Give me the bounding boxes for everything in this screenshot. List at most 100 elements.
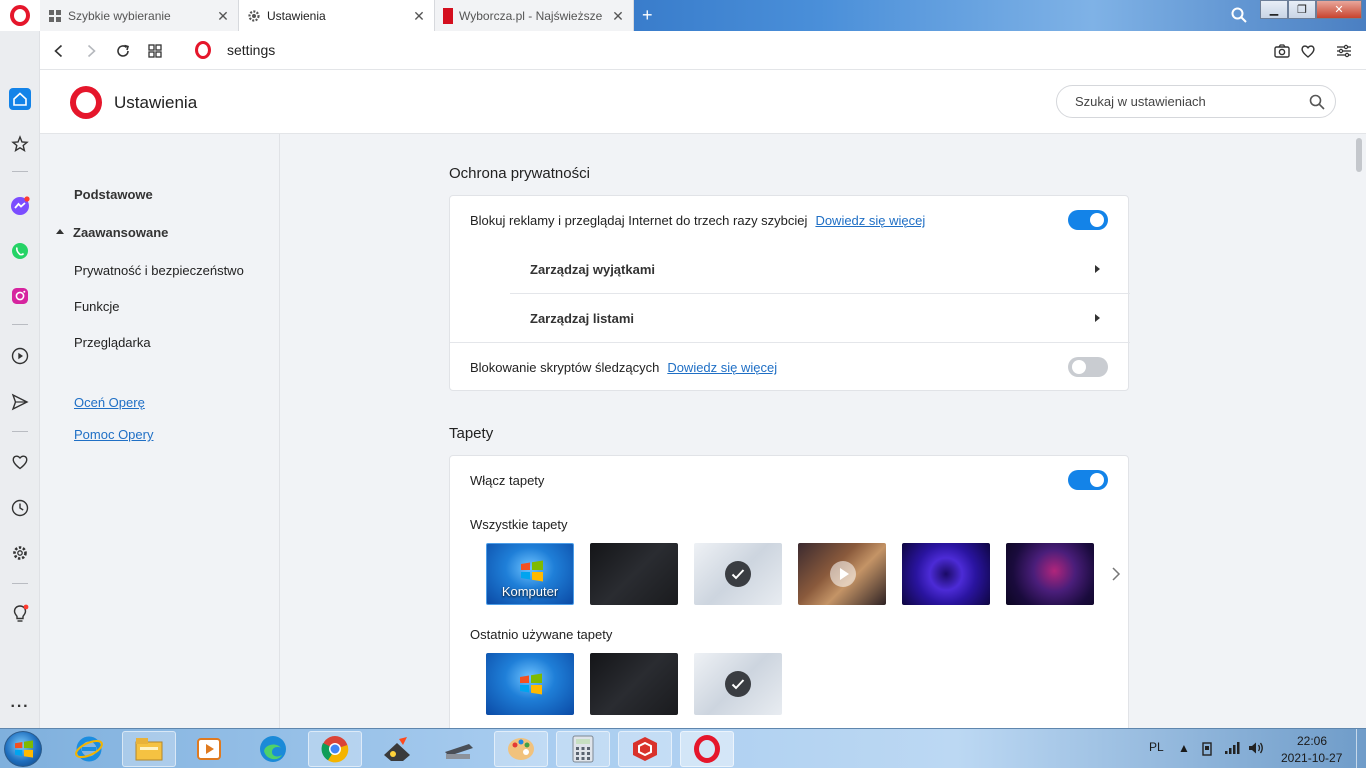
collapse-caret-icon[interactable] xyxy=(56,229,64,234)
dark-waves-wallpaper[interactable] xyxy=(590,653,678,715)
settings-header: Ustawienia xyxy=(40,70,1366,134)
messenger-icon[interactable] xyxy=(9,195,31,217)
lightbulb-icon[interactable] xyxy=(9,603,31,625)
nav-advanced[interactable]: Zaawansowane xyxy=(73,225,168,240)
tray-expand-icon[interactable]: ▲ xyxy=(1178,741,1190,755)
clock-date[interactable]: 2021-10-27 xyxy=(1281,751,1342,765)
opera-url-icon xyxy=(195,41,211,59)
file-explorer-icon[interactable] xyxy=(122,731,176,767)
tracker-toggle[interactable] xyxy=(1068,357,1108,377)
tracker-learn-more-link[interactable]: Dowiedz się więcej xyxy=(667,360,777,375)
privacy-section-title: Ochrona prywatności xyxy=(449,165,590,182)
forward-button[interactable] xyxy=(80,40,102,62)
windows-logo-icon xyxy=(15,740,33,758)
bookmark-heart-icon[interactable] xyxy=(1297,40,1319,62)
close-icon[interactable]: ✕ xyxy=(216,9,230,23)
chevron-right-icon[interactable] xyxy=(1110,566,1122,582)
light-waves-wallpaper[interactable] xyxy=(694,653,782,715)
nav-basic[interactable]: Podstawowe xyxy=(74,187,153,202)
wallpapers-toggle[interactable] xyxy=(1068,470,1108,490)
rate-opera-link[interactable]: Oceń Operę xyxy=(74,395,145,410)
toggle-knob xyxy=(1090,473,1104,487)
light-waves-wallpaper[interactable] xyxy=(694,543,782,605)
minimize-button[interactable]: ▁ xyxy=(1260,0,1288,19)
settings-search[interactable] xyxy=(1056,85,1336,118)
device-tray-icon[interactable] xyxy=(1200,742,1214,756)
snapshot-icon[interactable] xyxy=(1271,40,1293,62)
checkmark-icon xyxy=(725,671,751,697)
chrome-icon[interactable] xyxy=(308,731,362,767)
back-button[interactable] xyxy=(48,40,70,62)
search-input[interactable] xyxy=(1075,94,1295,109)
neon-figure-wallpaper[interactable] xyxy=(1006,543,1094,605)
purple-vortex-wallpaper[interactable] xyxy=(902,543,990,605)
show-desktop-button[interactable] xyxy=(1356,729,1366,768)
more-icon[interactable]: ··· xyxy=(9,696,31,718)
reload-button[interactable] xyxy=(112,40,134,62)
sidebar: ··· xyxy=(0,31,40,728)
windows-logo-icon xyxy=(520,673,542,695)
adblock-toggle[interactable] xyxy=(1068,210,1108,230)
settings-nav: Podstawowe Zaawansowane Prywatność i bez… xyxy=(40,134,280,728)
opera-menu-button[interactable] xyxy=(0,0,40,31)
chevron-right-icon xyxy=(1095,265,1100,273)
close-icon[interactable]: ✕ xyxy=(412,9,426,23)
tracker-label: Blokowanie skryptów śledzących xyxy=(470,360,660,375)
opera-help-link[interactable]: Pomoc Opery xyxy=(74,427,153,442)
whatsapp-icon[interactable] xyxy=(9,240,31,262)
sketchup-icon[interactable] xyxy=(618,731,672,767)
internet-explorer-icon[interactable] xyxy=(62,731,116,767)
tab-settings[interactable]: Ustawienia ✕ xyxy=(239,0,435,31)
clock-time[interactable]: 22:06 xyxy=(1297,734,1327,748)
tab-search-icon[interactable] xyxy=(1230,6,1248,24)
player-icon[interactable] xyxy=(9,345,31,367)
windows-7-wallpaper[interactable] xyxy=(486,653,574,715)
maximize-button[interactable]: ❐ xyxy=(1288,0,1316,19)
history-icon[interactable] xyxy=(9,497,31,519)
media-player-icon[interactable] xyxy=(182,731,236,767)
star-icon[interactable] xyxy=(9,133,31,155)
network-icon[interactable] xyxy=(1224,741,1240,755)
url-field[interactable]: settings xyxy=(227,42,275,58)
game-scene-wallpaper[interactable] xyxy=(798,543,886,605)
tab-speed-dial[interactable]: Szybkie wybieranie ✕ xyxy=(40,0,239,31)
close-window-button[interactable]: ✕ xyxy=(1316,0,1362,19)
manage-exceptions-row[interactable]: Zarządzaj wyjątkami xyxy=(450,245,1128,294)
edge-icon[interactable] xyxy=(246,731,300,767)
opera-taskbar-icon[interactable] xyxy=(680,731,734,767)
search-icon xyxy=(1309,94,1325,110)
start-button[interactable] xyxy=(4,731,42,767)
nav-privacy-security[interactable]: Prywatność i bezpieczeństwo xyxy=(74,263,244,278)
opera-logo-icon xyxy=(694,735,720,763)
nav-features[interactable]: Funkcje xyxy=(74,299,120,314)
adblock-learn-more-link[interactable]: Dowiedz się więcej xyxy=(815,213,925,228)
tabs-grid-button[interactable] xyxy=(144,40,166,62)
tracker-row: Blokowanie skryptów śledzących Dowiedz s… xyxy=(450,343,1128,392)
close-icon[interactable]: ✕ xyxy=(611,9,625,23)
manage-lists-row[interactable]: Zarządzaj listami xyxy=(450,294,1128,343)
dark-waves-wallpaper[interactable] xyxy=(590,543,678,605)
paint-icon[interactable] xyxy=(494,731,548,767)
volume-icon[interactable] xyxy=(1248,741,1264,755)
tab-wyborcza[interactable]: Wyborcza.pl - Najświeższe ✕ xyxy=(435,0,634,31)
page-title: Ustawienia xyxy=(114,93,198,112)
new-tab-button[interactable]: + xyxy=(634,0,744,31)
nav-browser[interactable]: Przeglądarka xyxy=(74,335,151,350)
heart-icon[interactable] xyxy=(9,451,31,473)
toggle-knob xyxy=(1072,360,1086,374)
calculator-icon[interactable] xyxy=(556,731,610,767)
checkmark-icon xyxy=(725,561,751,587)
windows-7-wallpaper[interactable]: Komputer xyxy=(486,543,574,605)
scrollbar-thumb[interactable] xyxy=(1356,138,1362,172)
game-app-icon[interactable] xyxy=(370,731,424,767)
easy-setup-icon[interactable] xyxy=(1333,40,1355,62)
home-icon[interactable] xyxy=(9,88,31,110)
scanner-icon[interactable] xyxy=(432,731,486,767)
scrollbar[interactable] xyxy=(1352,134,1366,728)
settings-gear-icon[interactable] xyxy=(9,542,31,564)
instagram-icon[interactable] xyxy=(9,285,31,307)
language-indicator[interactable]: PL xyxy=(1149,740,1164,754)
wallpaper-caption: Komputer xyxy=(501,584,559,599)
tab-title: Ustawienia xyxy=(267,8,326,23)
send-icon[interactable] xyxy=(9,391,31,413)
